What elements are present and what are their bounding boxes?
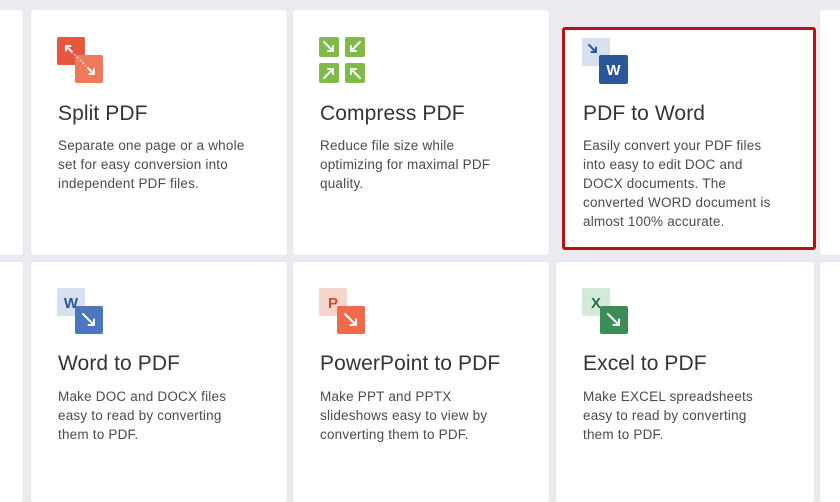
- tool-title: Compress PDF: [320, 102, 465, 125]
- powerpoint-to-pdf-icon: P: [319, 288, 365, 334]
- tool-title: PDF to Word: [583, 102, 706, 125]
- pdf-to-word-icon: W: [582, 38, 628, 84]
- partial-card-left-bottom[interactable]: [0, 262, 23, 502]
- tool-description: Make PPT and PPTX slideshows easy to vie…: [320, 389, 488, 442]
- tool-card-excel-to-pdf[interactable]: X Excel to PDF Make EXCEL spreadsheets e…: [556, 262, 814, 502]
- split-icon: [57, 37, 103, 83]
- partial-card-right-bottom[interactable]: [820, 262, 840, 502]
- word-to-pdf-icon: W: [57, 288, 103, 334]
- tool-card-compress-pdf[interactable]: Compress PDF Reduce file size while opti…: [293, 10, 549, 255]
- tool-title: PowerPoint to PDF: [320, 352, 501, 375]
- tool-title: Word to PDF: [58, 352, 181, 375]
- tool-card-word-to-pdf[interactable]: W Word to PDF Make DOC and DOCX files ea…: [31, 262, 287, 502]
- tool-description: Make DOC and DOCX files easy to read by …: [58, 389, 227, 442]
- svg-text:P: P: [328, 295, 338, 312]
- partial-card-left-top[interactable]: [0, 10, 23, 255]
- partial-card-right-top[interactable]: [820, 10, 840, 255]
- tool-title: Split PDF: [58, 102, 148, 125]
- compress-icon: [319, 37, 365, 83]
- tool-description: Make EXCEL spreadsheets easy to read by …: [583, 389, 753, 442]
- tool-title: Excel to PDF: [583, 352, 707, 375]
- tool-card-pdf-to-word[interactable]: W PDF to Word Easily convert your PDF fi…: [562, 27, 816, 250]
- tool-description: Reduce file size while optimizing for ma…: [320, 138, 491, 191]
- svg-text:W: W: [606, 62, 621, 79]
- tool-description: Separate one page or a whole set for eas…: [58, 138, 245, 191]
- tool-description: Easily convert your PDF files into easy …: [583, 138, 771, 229]
- tool-card-split-pdf[interactable]: Split PDF Separate one page or a whole s…: [31, 10, 287, 255]
- excel-to-pdf-icon: X: [582, 288, 628, 334]
- svg-text:X: X: [591, 295, 601, 312]
- tool-card-powerpoint-to-pdf[interactable]: P PowerPoint to PDF Make PPT and PPTX sl…: [293, 262, 549, 502]
